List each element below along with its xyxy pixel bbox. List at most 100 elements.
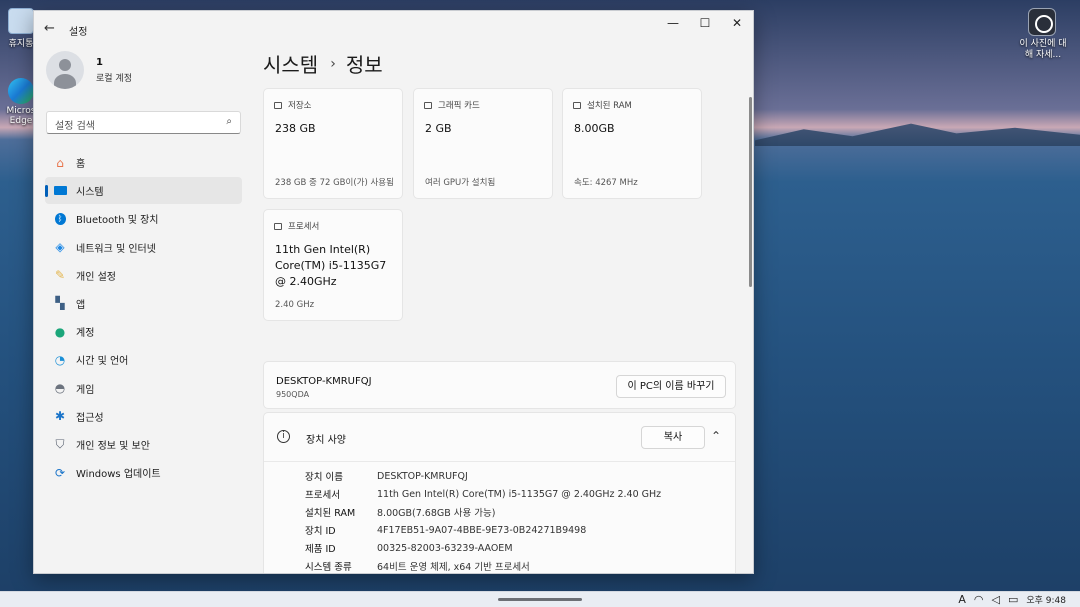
sidebar-item-apps[interactable]: ▚ 앱 [45,290,242,317]
user-profile[interactable]: 1 로컬 계정 [46,51,132,89]
profile-name: 1 [96,56,103,68]
sidebar-item-home[interactable]: ⌂ 홈 [45,149,242,176]
sidebar-item-label: 게임 [76,384,95,396]
desktop-icon-label: 이 사진에 대해 자세... [1019,39,1067,60]
storage-card[interactable]: 저장소 238 GB 238 GB 중 72 GB이(가) 사용됨 [263,88,403,199]
card-detail: 238 GB 중 72 GB이(가) 사용됨 [275,178,394,188]
spec-key: 제품 ID [305,544,336,555]
card-value: 11th Gen Intel(R) Core(TM) i5-1135G7 @ 2… [275,243,387,288]
edge-icon [8,78,34,104]
spotlight-icon[interactable] [1028,8,1056,36]
spec-key: 설치된 RAM [305,508,356,519]
taskbar: A ◠ ◁ ▭ 오후 9:48 [0,591,1080,607]
pc-model: 950QDA [276,390,310,399]
battery-icon[interactable]: ▭ [1008,593,1018,606]
pc-name-panel: DESKTOP-KMRUFQJ 950QDA 이 PC의 이름 바꾸기 [263,361,736,409]
minimize-button[interactable]: — [658,13,688,33]
section-title: 장치 사양 [306,435,346,446]
spec-list: 장치 이름 DESKTOP-KMRUFQJ 프로세서 11th Gen Intel(… [305,467,661,574]
graphics-card[interactable]: 그래픽 카드 2 GB 여러 GPU가 설치됨 [413,88,553,199]
sidebar-item-label: 네트워크 및 인터넷 [76,243,156,255]
account-icon: ● [54,324,66,339]
spec-row: 설치된 RAM 8.00GB(7.68GB 사용 가능) [305,503,661,521]
desktop-icon-label: Micros Edge [6,106,36,126]
sidebar-item-accounts[interactable]: ● 계정 [45,318,242,345]
spec-key: 장치 이름 [305,472,343,483]
window-title: 설정 [69,27,88,38]
brush-icon: ✎ [54,268,66,283]
sidebar-item-privacy[interactable]: ⛉ 개인 정보 및 보안 [45,431,242,458]
processor-card[interactable]: 프로세서 11th Gen Intel(R) Core(TM) i5-1135G… [263,209,403,321]
sidebar-item-label: 접근성 [76,412,104,424]
device-specs-panel: i 장치 사양 복사 ⌃ 장치 이름 DESKTOP-KMRUFQJ 프로세서 11… [263,412,736,574]
search-placeholder: 설정 검색 [55,121,95,132]
close-button[interactable]: ✕ [722,13,752,33]
spec-key: 장치 ID [305,526,336,537]
info-icon: i [277,430,290,443]
sidebar-item-network[interactable]: ◈ 네트워크 및 인터넷 [45,234,242,261]
spec-row: 시스템 종류 64비트 운영 체제, x64 기반 프로세서 [305,557,661,573]
card-value: 2 GB [425,122,452,135]
card-label: 그래픽 카드 [438,101,480,111]
wifi-icon[interactable]: ◠ [974,593,984,606]
ram-icon [573,101,581,109]
spec-row: 장치 이름 DESKTOP-KMRUFQJ [305,467,661,485]
sidebar-item-time-language[interactable]: ◔ 시간 및 언어 [45,346,242,373]
home-icon: ⌂ [56,155,64,170]
avatar [46,51,84,89]
storage-icon [274,101,282,109]
rename-pc-button[interactable]: 이 PC의 이름 바꾸기 [616,375,726,398]
profile-account-type: 로컬 계정 [96,73,132,84]
taskbar-handle[interactable] [498,598,582,601]
bluetooth-icon: ᛒ [53,212,67,226]
ime-indicator[interactable]: A [958,593,966,606]
spec-key: 프로세서 [305,490,340,501]
ram-card[interactable]: 설치된 RAM 8.00GB 속도: 4267 MHz [562,88,702,199]
copy-button[interactable]: 복사 [641,426,705,449]
spec-key: 시스템 종류 [305,562,352,573]
card-label: 프로세서 [288,222,320,232]
sidebar-item-label: Bluetooth 및 장치 [76,215,159,227]
card-value: 8.00GB [574,122,615,135]
spec-row: 제품 ID 00325-82003-63239-AAOEM [305,539,661,557]
gamepad-icon: ◓ [54,381,66,395]
settings-window: ← 설정 — ☐ ✕ 1 로컬 계정 설정 검색 ⌕ ⌂ 홈 시스템 ᛒ Blu… [33,10,754,574]
sidebar-item-personalization[interactable]: ✎ 개인 설정 [45,262,242,289]
apps-icon: ▚ [55,296,65,311]
title-bar[interactable]: ← 설정 — ☐ ✕ [34,11,753,45]
desktop-wallpaper-mountains [755,123,1080,146]
recycle-bin-icon [8,8,34,34]
sidebar-item-system[interactable]: 시스템 [45,177,242,205]
shield-icon: ⛉ [55,437,65,452]
accessibility-icon: ✱ [54,409,66,424]
spec-value: DESKTOP-KMRUFQJ [377,470,468,482]
system-icon [53,184,67,198]
search-input[interactable]: 설정 검색 ⌕ [46,111,241,134]
breadcrumb: 시스템 › 정보 [263,49,383,78]
spec-value: 00325-82003-63239-AAOEM [377,542,513,554]
card-value: 238 GB [275,122,316,135]
page-title: 정보 [345,53,383,77]
sidebar-item-label: 시스템 [76,187,104,199]
system-tray: A ◠ ◁ ▭ 오후 9:48 [958,592,1066,607]
volume-icon[interactable]: ◁ [991,593,999,606]
clock[interactable]: 오후 9:48 [1026,593,1066,606]
divider [264,461,735,462]
sidebar-item-label: 시간 및 언어 [76,356,129,368]
scrollbar[interactable] [749,97,752,287]
spec-value: 4F17EB51-9A07-4BBE-9E73-0B24271B9498 [377,524,587,536]
sidebar-item-gaming[interactable]: ◓ 게임 [45,375,242,402]
globe-clock-icon: ◔ [54,352,66,367]
maximize-button[interactable]: ☐ [690,13,720,33]
back-button[interactable]: ← [44,21,55,36]
chevron-up-icon[interactable]: ⌃ [711,429,721,443]
spec-row: 장치 ID 4F17EB51-9A07-4BBE-9E73-0B24271B949… [305,521,661,539]
card-label: 저장소 [288,101,312,111]
sidebar-item-label: 개인 설정 [76,271,116,283]
sidebar-item-windows-update[interactable]: ⟳ Windows 업데이트 [45,459,242,486]
desktop-icon-label: 휴지통 [8,39,34,49]
sidebar-item-accessibility[interactable]: ✱ 접근성 [45,403,242,430]
breadcrumb-parent[interactable]: 시스템 [263,49,318,78]
card-detail: 속도: 4267 MHz [574,178,638,188]
sidebar-item-bluetooth[interactable]: ᛒ Bluetooth 및 장치 [45,205,242,232]
